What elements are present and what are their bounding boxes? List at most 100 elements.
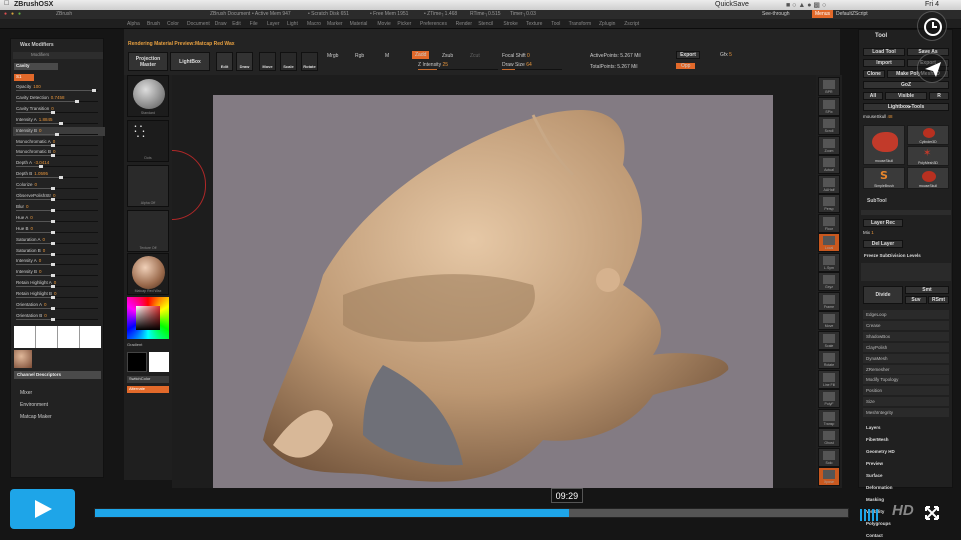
tool-thumb-mouse-skull-2[interactable]: mouseSkull xyxy=(907,167,949,189)
fullscreen-button[interactable] xyxy=(925,505,939,520)
slider-track[interactable] xyxy=(16,99,98,103)
geometry-modify-topology[interactable]: Modify Topology xyxy=(863,375,949,385)
current-tool-slider[interactable]: mouseSkull 48 xyxy=(863,114,893,119)
volume-icon[interactable] xyxy=(860,506,882,521)
menu-item-light[interactable]: Light xyxy=(287,21,298,27)
slider-track[interactable] xyxy=(16,307,98,310)
menu-item-marker[interactable]: Marker xyxy=(327,21,343,27)
slider-intensity-b[interactable]: Intensity B0 xyxy=(13,126,105,136)
slider-intensity-b[interactable]: Intensity B0 xyxy=(13,268,105,278)
color-square[interactable] xyxy=(136,306,160,330)
slider-knob[interactable] xyxy=(51,230,56,234)
tool-thumb-cylinder[interactable]: Cylinder3D xyxy=(907,125,949,145)
share-button[interactable] xyxy=(917,53,947,83)
cavity-button[interactable]: Cavity xyxy=(14,63,58,70)
slider-monochromatic-b[interactable]: Monochromatic B0 xyxy=(13,148,105,158)
slider-retain-highlight-b[interactable]: Retain Highlight B0 xyxy=(13,290,105,300)
menu-item-file[interactable]: File xyxy=(250,21,258,27)
main-color-swatch[interactable] xyxy=(127,352,147,372)
geometry-header-bar[interactable] xyxy=(861,210,951,215)
window-close-icon[interactable]: ● xyxy=(4,11,7,17)
layer-rec-button[interactable]: Layer Rec xyxy=(863,219,903,227)
stroke-dots[interactable]: • • • • • • Dots xyxy=(127,120,169,162)
slider-blur[interactable]: Blur 0 xyxy=(13,203,105,212)
slider-knob[interactable] xyxy=(51,252,56,256)
view-bpr-button[interactable]: BPR xyxy=(818,77,840,96)
slider-track[interactable] xyxy=(16,219,98,223)
hd-toggle[interactable]: HD xyxy=(892,502,914,519)
slider-track[interactable] xyxy=(16,89,98,92)
see-through[interactable]: See-through xyxy=(762,11,790,17)
view-actual-button[interactable]: Actual xyxy=(818,155,840,174)
menu-item-material[interactable]: Material xyxy=(350,21,368,27)
tool-section-surface[interactable]: Surface xyxy=(866,473,883,478)
draw-size-slider[interactable]: Draw Size 64 xyxy=(502,62,532,68)
view-gxyz-button[interactable]: Gxyz xyxy=(818,272,840,291)
slider-knob[interactable] xyxy=(51,274,56,278)
slider-retain-highlight-a[interactable]: Retain Highlight A0 xyxy=(13,279,105,289)
view-line-fill-button[interactable]: Line Fill xyxy=(818,369,840,389)
menu-item-alpha[interactable]: Alpha xyxy=(127,21,140,27)
slider-knob[interactable] xyxy=(51,263,56,267)
mac-app-name[interactable]: ZBrushOSX xyxy=(14,1,53,8)
menu-item-movie[interactable]: Movie xyxy=(377,21,390,27)
slider-intensity-a[interactable]: Intensity A 1.8845 xyxy=(13,116,105,125)
smt-toggle[interactable]: Smt xyxy=(905,286,949,294)
tool-thumb-mouse-skull[interactable]: mouseSkull xyxy=(863,125,905,165)
visible-button[interactable]: Visible xyxy=(885,92,927,100)
view-xpose-button[interactable]: Xpose xyxy=(818,467,840,486)
view-move-button[interactable]: Move xyxy=(818,311,840,330)
slider-track[interactable] xyxy=(16,132,98,136)
slider-track[interactable] xyxy=(16,121,98,125)
clock[interactable]: Fri 4 xyxy=(925,1,939,8)
suv-toggle[interactable]: Suv xyxy=(905,296,927,304)
slider-knob[interactable] xyxy=(92,89,97,92)
all-button[interactable]: All xyxy=(863,92,883,100)
menu-item-stencil[interactable]: Stencil xyxy=(478,21,493,27)
zsub-button[interactable]: Zsub xyxy=(442,53,453,59)
slider-knob[interactable] xyxy=(58,176,63,180)
r-button[interactable]: R xyxy=(929,92,949,100)
mixer-item[interactable]: Mixer xyxy=(20,390,32,396)
modifiers-subtitle[interactable]: Modifiers xyxy=(13,52,103,59)
view-floor-button[interactable]: Floor xyxy=(818,213,840,233)
tool-panel-title[interactable]: Tool xyxy=(875,33,887,39)
skull-model[interactable] xyxy=(213,95,773,488)
menu-item-tool[interactable]: Tool xyxy=(551,21,560,27)
slider-knob[interactable] xyxy=(51,219,56,223)
slider-depth-b[interactable]: Depth B 1.0595 xyxy=(13,170,105,180)
geometry-zremesher[interactable]: ZRemesher xyxy=(863,364,949,374)
edit-button[interactable]: Edit xyxy=(216,52,233,71)
slider-track[interactable] xyxy=(16,263,98,267)
slider-cavity-detection[interactable]: Cavity Detection 0.7458 xyxy=(13,94,105,103)
slider-track[interactable] xyxy=(16,317,98,321)
del-layer-button[interactable]: Del Layer xyxy=(863,240,903,248)
slider-orientation-b[interactable]: Orientation B0 xyxy=(13,312,105,321)
slider-track[interactable] xyxy=(16,208,98,212)
color-picker[interactable] xyxy=(127,297,169,339)
focal-shift-slider[interactable]: Focal Shift 0 xyxy=(502,53,530,59)
material-preview-thumb[interactable] xyxy=(14,350,32,368)
menu-item-picker[interactable]: Picker xyxy=(397,21,411,27)
slider-track[interactable] xyxy=(16,154,98,158)
slider-knob[interactable] xyxy=(74,99,79,103)
window-zoom-icon[interactable]: ● xyxy=(18,11,21,17)
geometry-edgeloop[interactable]: EdgeLoop xyxy=(863,310,949,319)
tool-section-fibermesh[interactable]: FiberMesh xyxy=(866,437,889,442)
view-scroll-button[interactable]: Scroll xyxy=(818,116,840,135)
play-button[interactable] xyxy=(10,489,75,529)
s1-toggle[interactable]: S1 xyxy=(14,74,34,81)
slider-depth-a[interactable]: Depth A -3.0414 xyxy=(13,159,105,169)
view-persp-button[interactable]: Persp xyxy=(818,194,840,213)
opp-button[interactable]: Opp xyxy=(676,63,696,69)
channel-descriptors-button[interactable]: Channel Descriptors xyxy=(14,371,101,379)
import-button[interactable]: Import xyxy=(863,59,905,67)
mrgb-button[interactable]: Mrgb xyxy=(327,53,338,59)
slider-track[interactable] xyxy=(16,285,98,289)
slider-observepolishstr[interactable]: ObservePolishStr 0 xyxy=(13,192,105,201)
mix-slider[interactable]: Mix 1 xyxy=(863,230,874,235)
rgb-button[interactable]: Rgb xyxy=(355,53,364,59)
geometry-dynamesh[interactable]: DynaMesh xyxy=(863,353,949,363)
menu-item-brush[interactable]: Brush xyxy=(147,21,160,27)
slider-cavity-transition[interactable]: Cavity Transition 0 xyxy=(13,105,105,114)
